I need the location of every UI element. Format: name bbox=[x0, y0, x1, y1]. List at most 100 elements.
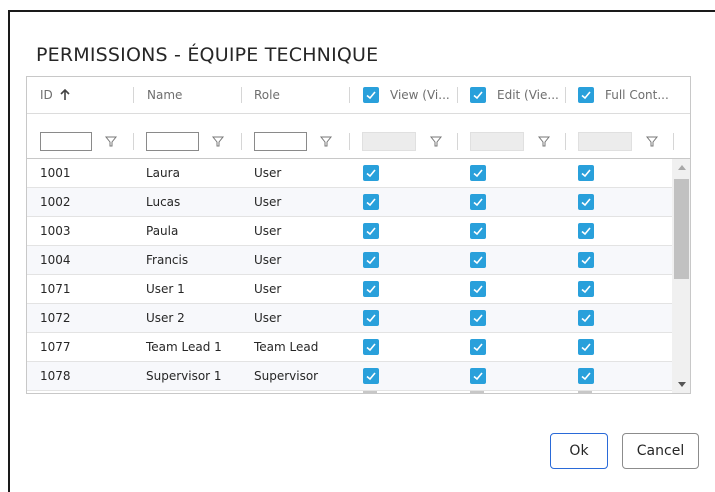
full-select-all-checkbox[interactable] bbox=[578, 87, 594, 103]
scroll-up-button[interactable] bbox=[672, 159, 690, 175]
role-filter-input[interactable] bbox=[254, 132, 307, 151]
column-header-name[interactable]: Name bbox=[147, 77, 182, 113]
checkmark-icon bbox=[473, 198, 483, 207]
full-cell bbox=[578, 275, 594, 303]
column-separator[interactable] bbox=[457, 87, 458, 103]
filter-icon[interactable] bbox=[319, 134, 333, 148]
column-separator[interactable] bbox=[349, 87, 350, 103]
edit-cell bbox=[470, 188, 486, 216]
checkmark-icon bbox=[473, 372, 483, 381]
table-row[interactable]: 1004 Francis User bbox=[27, 246, 672, 275]
checkmark-icon bbox=[581, 256, 591, 265]
full-filter-input[interactable] bbox=[578, 132, 632, 151]
id-cell: 1072 bbox=[40, 311, 71, 325]
view-permission-checkbox[interactable] bbox=[363, 368, 379, 384]
full-cell bbox=[578, 333, 594, 361]
checkmark-icon bbox=[366, 314, 376, 323]
table-row[interactable]: 1078 Supervisor 1 Supervisor bbox=[27, 362, 672, 391]
view-permission-checkbox[interactable] bbox=[363, 252, 379, 268]
id-cell: 1001 bbox=[40, 166, 71, 180]
column-separator[interactable] bbox=[133, 87, 134, 103]
view-cell bbox=[363, 217, 379, 245]
column-header-view-label: View (Vi... bbox=[390, 88, 450, 102]
id-cell: 1078 bbox=[40, 369, 71, 383]
filter-icon[interactable] bbox=[211, 134, 225, 148]
column-header-role[interactable]: Role bbox=[254, 77, 280, 113]
view-permission-checkbox[interactable] bbox=[363, 281, 379, 297]
edit-permission-checkbox[interactable] bbox=[470, 194, 486, 210]
full-cell bbox=[578, 217, 594, 245]
table-row[interactable]: 1072 User 2 User bbox=[27, 304, 672, 333]
edit-filter-input[interactable] bbox=[470, 132, 524, 151]
name-cell: Lucas bbox=[146, 195, 181, 209]
checkmark-icon bbox=[473, 256, 483, 265]
column-header-full[interactable]: Full Cont... bbox=[578, 77, 669, 113]
full-permission-checkbox[interactable] bbox=[578, 281, 594, 297]
full-permission-checkbox[interactable] bbox=[578, 194, 594, 210]
column-header-name-label: Name bbox=[147, 88, 183, 102]
cancel-button[interactable]: Cancel bbox=[622, 433, 699, 469]
filter-icon[interactable] bbox=[645, 134, 659, 148]
view-permission-checkbox[interactable] bbox=[363, 194, 379, 210]
filter-icon[interactable] bbox=[537, 134, 551, 148]
full-permission-checkbox[interactable] bbox=[578, 223, 594, 239]
edit-permission-checkbox[interactable] bbox=[470, 281, 486, 297]
table-row[interactable]: 1002 Lucas User bbox=[27, 188, 672, 217]
view-cell bbox=[363, 275, 379, 303]
table-row[interactable]: 1071 User 1 User bbox=[27, 275, 672, 304]
full-permission-checkbox[interactable] bbox=[578, 310, 594, 326]
id-cell: 1077 bbox=[40, 340, 71, 354]
view-permission-checkbox[interactable] bbox=[363, 310, 379, 326]
checkmark-icon bbox=[581, 314, 591, 323]
edit-permission-checkbox[interactable] bbox=[470, 223, 486, 239]
full-cell bbox=[578, 246, 594, 274]
edit-permission-checkbox[interactable] bbox=[470, 252, 486, 268]
column-header-id[interactable]: ID bbox=[40, 77, 71, 113]
checkmark-icon bbox=[581, 227, 591, 236]
scrollbar-thumb[interactable] bbox=[674, 179, 689, 279]
view-permission-checkbox[interactable] bbox=[363, 165, 379, 181]
edit-permission-checkbox[interactable] bbox=[470, 165, 486, 181]
checkmark-icon bbox=[473, 314, 483, 323]
full-permission-checkbox[interactable] bbox=[578, 165, 594, 181]
scroll-down-button[interactable] bbox=[672, 377, 690, 393]
arrow-up-icon bbox=[60, 89, 70, 100]
grid-body: 1001 Laura User 1002 Lucas User 1003 Paula User 1… bbox=[27, 159, 690, 393]
ok-button[interactable]: Ok bbox=[550, 433, 608, 469]
edit-select-all-checkbox[interactable] bbox=[470, 87, 486, 103]
full-permission-checkbox[interactable] bbox=[578, 339, 594, 355]
column-header-view[interactable]: View (Vi... bbox=[363, 77, 450, 113]
checkmark-icon bbox=[473, 169, 483, 178]
checkmark-icon bbox=[473, 227, 483, 236]
partial-checkbox bbox=[363, 391, 377, 393]
view-permission-checkbox[interactable] bbox=[363, 223, 379, 239]
column-header-id-label: ID bbox=[40, 88, 53, 102]
edit-permission-checkbox[interactable] bbox=[470, 339, 486, 355]
edit-permission-checkbox[interactable] bbox=[470, 310, 486, 326]
column-separator bbox=[565, 133, 566, 150]
full-permission-checkbox[interactable] bbox=[578, 252, 594, 268]
checkmark-icon bbox=[366, 91, 376, 100]
filter-row bbox=[27, 113, 690, 159]
table-row[interactable]: 1001 Laura User bbox=[27, 159, 672, 188]
checkmark-icon bbox=[581, 169, 591, 178]
id-filter-input[interactable] bbox=[40, 132, 92, 151]
full-permission-checkbox[interactable] bbox=[578, 368, 594, 384]
column-separator[interactable] bbox=[565, 87, 566, 103]
view-filter-input[interactable] bbox=[362, 132, 416, 151]
checkmark-icon bbox=[581, 198, 591, 207]
column-separator[interactable] bbox=[241, 87, 242, 103]
edit-permission-checkbox[interactable] bbox=[470, 368, 486, 384]
checkmark-icon bbox=[581, 285, 591, 294]
checkmark-icon bbox=[366, 343, 376, 352]
edit-cell bbox=[470, 362, 486, 390]
view-select-all-checkbox[interactable] bbox=[363, 87, 379, 103]
vertical-scrollbar[interactable] bbox=[672, 159, 690, 393]
filter-icon[interactable] bbox=[104, 134, 118, 148]
filter-icon[interactable] bbox=[429, 134, 443, 148]
column-header-edit[interactable]: Edit (Vie... bbox=[470, 77, 559, 113]
view-permission-checkbox[interactable] bbox=[363, 339, 379, 355]
name-filter-input[interactable] bbox=[146, 132, 199, 151]
table-row[interactable]: 1003 Paula User bbox=[27, 217, 672, 246]
table-row[interactable]: 1077 Team Lead 1 Team Lead bbox=[27, 333, 672, 362]
